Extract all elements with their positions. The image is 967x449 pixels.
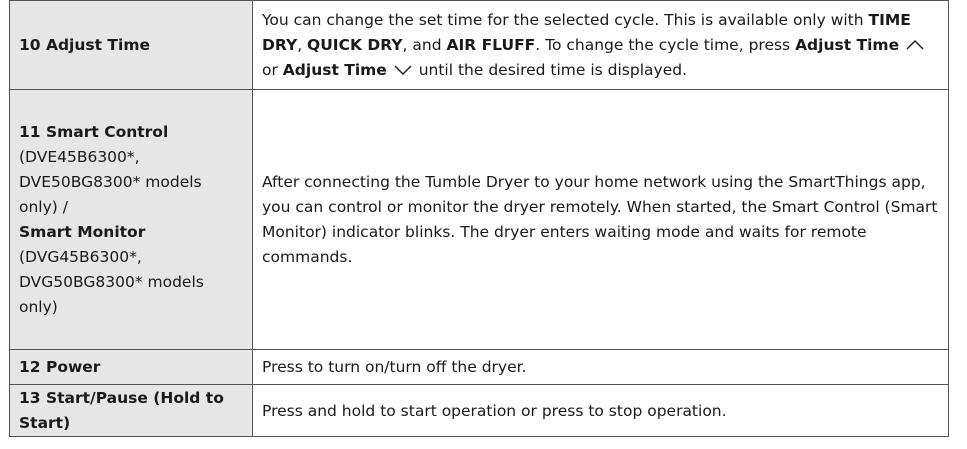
desc-text: . To change the cycle time, press	[535, 35, 796, 54]
table-row: 13 Start/Pause (Hold to Start) Press and…	[9, 384, 949, 437]
row-desc-smart-control: After connecting the Tumble Dryer to you…	[252, 89, 949, 350]
desc-text: , and	[402, 35, 447, 54]
desc-text: until the desired time is displayed.	[413, 60, 688, 79]
label-model-line: DVG50BG8300* models	[19, 272, 204, 291]
desc-text: ,	[297, 35, 308, 54]
chevron-up-icon	[906, 40, 924, 50]
label-model-line: (DVG45B6300*,	[19, 247, 142, 266]
chevron-down-icon	[394, 65, 412, 75]
desc-bold-quick-dry: QUICK DRY	[307, 35, 403, 54]
control-panel-table: 10 Adjust Time You can change the set ti…	[9, 0, 949, 437]
desc-bold-air-fluff: AIR FLUFF	[446, 35, 536, 54]
label-model-line: only)	[19, 297, 58, 316]
desc-bold-adjust-time: Adjust Time	[282, 60, 387, 79]
row-desc-start-pause: Press and hold to start operation or pre…	[252, 384, 949, 437]
table-row: 11 Smart Control (DVE45B6300*, DVE50BG83…	[9, 89, 949, 350]
row-label-start-pause: 13 Start/Pause (Hold to Start)	[9, 384, 253, 437]
table-row: 12 Power Press to turn on/turn off the d…	[9, 349, 949, 385]
row-desc-power: Press to turn on/turn off the dryer.	[252, 349, 949, 385]
desc-bold-adjust-time: Adjust Time	[795, 35, 900, 54]
desc-text: or	[262, 60, 283, 79]
label-model-line: only) /	[19, 197, 68, 216]
label-smart-monitor: Smart Monitor	[19, 222, 146, 241]
row-label-smart-control: 11 Smart Control (DVE45B6300*, DVE50BG83…	[9, 89, 253, 350]
table-row: 10 Adjust Time You can change the set ti…	[9, 0, 949, 90]
label-model-line: (DVE45B6300*,	[19, 147, 140, 166]
row-label-power: 12 Power	[9, 349, 253, 385]
desc-text: You can change the set time for the sele…	[262, 10, 869, 29]
row-label-adjust-time: 10 Adjust Time	[9, 0, 253, 90]
row-desc-adjust-time: You can change the set time for the sele…	[252, 0, 949, 90]
label-smart-control: 11 Smart Control	[19, 122, 169, 141]
label-model-line: DVE50BG8300* models	[19, 172, 202, 191]
